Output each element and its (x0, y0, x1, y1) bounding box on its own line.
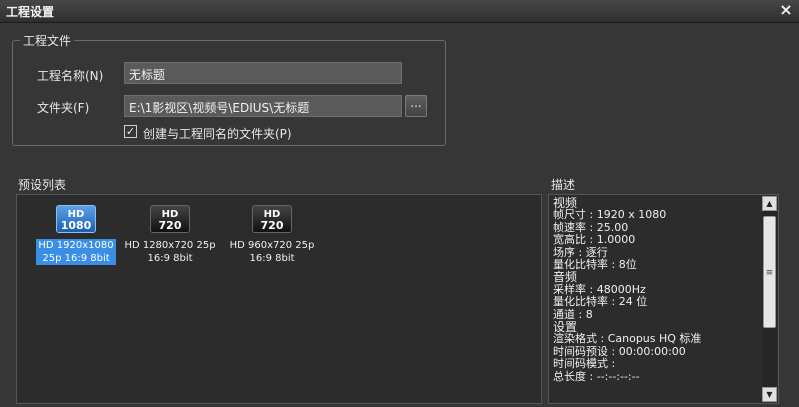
preset-label: HD 960x720 25p 16:9 8bit (229, 240, 315, 264)
folder-path-input[interactable]: E:\1影视区\视频号\EDIUS\无标题 (124, 95, 402, 117)
desc-line: 总长度 : --:--:--:-- (553, 369, 640, 383)
desc-line: 帧尺寸 : 1920 x 1080 (553, 208, 667, 222)
preset-hd1280x720-25p[interactable]: HD 720 HD 1280x720 25p 16:9 8bit (121, 205, 219, 265)
create-folder-label: 创建与工程同名的文件夹(P) (143, 127, 292, 141)
project-file-group-label: 工程文件 (20, 32, 75, 49)
browse-folder-button[interactable]: ... (405, 95, 427, 117)
create-folder-checkbox[interactable]: ✓ (124, 125, 137, 138)
description-panel: 视频 帧尺寸 : 1920 x 1080 帧速率 : 25.00 宽高比 : 1… (548, 194, 779, 404)
hd-720-icon: HD 720 (150, 205, 190, 233)
preset-hd960x720-25p[interactable]: HD 720 HD 960x720 25p 16:9 8bit (223, 205, 321, 265)
preset-hd1080-25p[interactable]: HD 1080 HD 1920x1080 25p 16:9 8bit (27, 205, 125, 265)
scroll-thumb[interactable]: ≡ (763, 216, 776, 328)
window-title: 工程设置 (6, 5, 55, 19)
project-name-input[interactable]: 无标题 (124, 62, 402, 84)
desc-line: 宽高比 : 1.0000 (553, 233, 636, 247)
preset-label: HD 1280x720 25p 16:9 8bit (124, 240, 216, 264)
description-label: 描述 (551, 178, 576, 192)
scroll-down-icon[interactable]: ▼ (762, 387, 777, 402)
description-scrollbar[interactable]: ▲ ≡ ▼ (762, 196, 777, 402)
preset-list-label: 预设列表 (18, 178, 67, 192)
title-bar: 工程设置 × (0, 0, 799, 23)
hd-720-icon: HD 720 (252, 205, 292, 233)
hd-1080-icon: HD 1080 (56, 205, 96, 233)
desc-line: 量化比特率 : 24 位 (553, 295, 648, 309)
preset-list-panel: HD 1080 HD 1920x1080 25p 16:9 8bit HD 72… (16, 194, 542, 404)
desc-line: 渲染格式 : Canopus HQ 标准 (553, 332, 702, 346)
project-name-label: 工程名称(N) (37, 69, 104, 83)
preset-label: HD 1920x1080 25p 16:9 8bit (36, 239, 116, 265)
description-text: 视频 帧尺寸 : 1920 x 1080 帧速率 : 25.00 宽高比 : 1… (553, 197, 701, 383)
close-icon[interactable]: × (777, 1, 795, 19)
folder-label: 文件夹(F) (37, 101, 90, 115)
desc-line: 音频 (553, 270, 578, 285)
scroll-up-icon[interactable]: ▲ (762, 196, 777, 211)
desc-line: 时间码模式 : (553, 357, 616, 371)
